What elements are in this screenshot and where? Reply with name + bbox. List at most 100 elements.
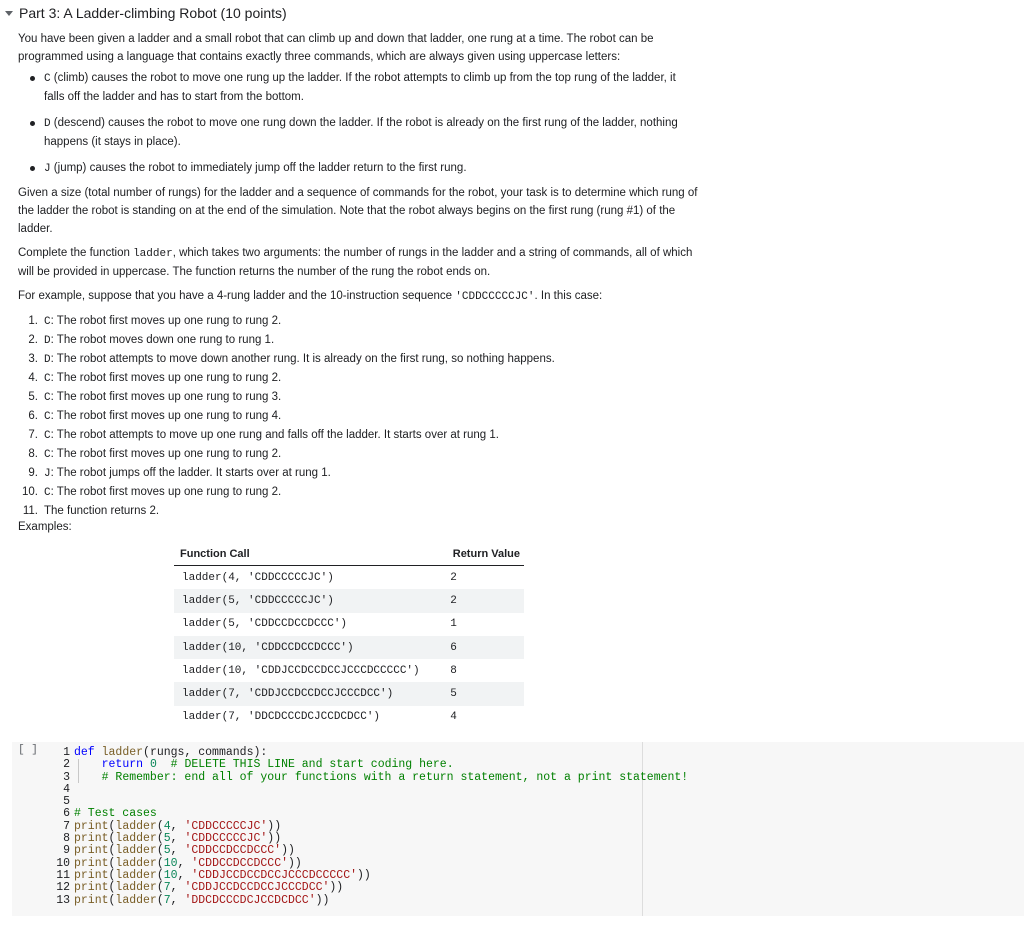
function-call-cell: ladder(7, 'DDCDCCCDCJCCDCDCC'): [182, 711, 381, 724]
code-token: 7: [163, 893, 171, 907]
command-code: D: [44, 118, 51, 130]
step-item: 1. C: The robot first moves up one rung t…: [18, 312, 698, 331]
line-number-gutter: 1 2 3 4 5 6 7 8 9 10 11 12 13: [44, 746, 70, 907]
step-code: D: [44, 354, 51, 366]
code-line: print(ladder(7, 'DDCDCCCDCJCCDCDCC')): [74, 893, 330, 907]
return-value-cell: 1: [450, 618, 457, 631]
example-intro: For example, suppose that you have a 4-r…: [18, 287, 698, 306]
example-intro-pre: For example, suppose that you have a 4-r…: [18, 290, 456, 302]
code-token: 7: [163, 881, 171, 895]
code-token: ladder: [115, 868, 157, 882]
examples-label: Examples:: [18, 521, 72, 533]
step-number: 6.: [28, 410, 38, 422]
step-number: 2.: [28, 334, 38, 346]
step-code: C: [44, 449, 51, 461]
code-token: print: [74, 844, 109, 858]
function-call-cell: ladder(5, 'CDDCCDCCDCCC'): [182, 618, 348, 631]
step-item: 3. D: The robot attempts to move down ano…: [18, 350, 698, 369]
step-number: 7.: [28, 429, 38, 441]
step-item: 10. C: The robot first moves up one rung …: [18, 483, 698, 502]
line-number: 13: [56, 893, 70, 907]
step-code: C: [44, 392, 51, 404]
step-code: D: [44, 335, 51, 347]
line-number: 2: [63, 758, 70, 772]
step-code: C: [44, 430, 51, 442]
function-call-cell: ladder(10, 'CDDCCDCCDCCC'): [174, 635, 443, 660]
step-number: 10.: [22, 486, 38, 498]
step-text: : The robot moves down one rung to rung …: [50, 334, 275, 346]
examples-table: Function Call Return Value ladder(4, 'CD…: [174, 543, 524, 729]
code-token: print: [74, 881, 109, 895]
code-token: # DELETE THIS LINE and start coding here…: [170, 758, 454, 772]
run-cell-button[interactable]: [ ]: [18, 744, 38, 756]
task-paragraph: Given a size (total number of rungs) for…: [18, 187, 698, 235]
function-call-cell: ladder(5, 'CDDCCCCCJC'): [174, 589, 443, 613]
collapse-caret-icon[interactable]: [5, 10, 13, 16]
step-item: 6. C: The robot first moves up one rung t…: [18, 407, 698, 426]
step-number: 1.: [28, 315, 38, 327]
line-number: 12: [56, 881, 70, 895]
code-token: 'CDDJCCDCCDCCJCCCDCC': [184, 881, 330, 895]
line-number: 6: [63, 807, 70, 821]
function-call-cell: ladder(10, 'CDDJCCDCCDCCJCCCDCCCCC'): [182, 664, 420, 677]
return-value-cell: 4: [450, 711, 457, 724]
code-token: (rungs, commands):: [143, 746, 268, 759]
code-token: print: [74, 856, 109, 870]
code-token: 4: [163, 819, 171, 833]
code-token: 'CDDCCCCCJC': [184, 819, 268, 833]
section-title: Part 3: A Ladder-climbing Robot (10 poin…: [19, 5, 287, 21]
return-value-cell: 6: [442, 635, 524, 660]
step-text: : The robot attempts to move up one rung…: [50, 429, 499, 441]
step-code: J: [44, 468, 51, 480]
code-token: 'CDDJCCDCCDCCJCCCDCCCCC': [191, 868, 358, 882]
step-item: 4. C: The robot first moves up one rung t…: [18, 369, 698, 388]
code-line: # Remember: end all of your functions wi…: [74, 771, 689, 784]
command-item: J (jump) causes the robot to immediately…: [18, 159, 698, 178]
step-number: 11.: [22, 505, 38, 517]
step-item: 5. C: The robot first moves up one rung t…: [18, 388, 698, 407]
step-text: : The robot first moves up one rung to r…: [50, 486, 282, 498]
table-row: ladder(5, 'CDDCCDCCDCCC') 1: [174, 613, 524, 636]
table-row: ladder(10, 'CDDCCDCCDCCC') 6: [174, 635, 524, 660]
code-token: print: [74, 832, 109, 846]
code-token: ladder: [115, 856, 157, 870]
code-token: 10: [163, 868, 178, 882]
table-row: ladder(4, 'CDDCCCCCJC') 2: [174, 566, 524, 590]
step-code: C: [44, 373, 51, 385]
code-token: 'CDDCCDCCDCCC': [191, 856, 288, 870]
column-header-function-call: Function Call: [174, 543, 443, 566]
code-token: 'CDDCCDCCDCCC': [184, 844, 282, 858]
step-number: 4.: [28, 372, 38, 384]
complete-pre: Complete the function: [18, 247, 134, 259]
table-header-row: Function Call Return Value: [174, 543, 524, 566]
column-header-return-value: Return Value: [442, 543, 524, 566]
command-item: D (descend) causes the robot to move one…: [18, 114, 698, 151]
code-token: print: [74, 868, 109, 882]
command-text: (climb) causes the robot to move one run…: [44, 72, 676, 103]
step-code: C: [44, 316, 51, 328]
code-token: ladder: [115, 832, 157, 846]
code-token: ladder: [115, 893, 157, 907]
step-text: : The robot first moves up one rung to r…: [50, 391, 282, 403]
code-editor[interactable]: def ladder(rungs, commands): return 0 # …: [74, 746, 689, 907]
code-token: ladder: [115, 881, 157, 895]
step-text: The function returns 2.: [44, 505, 160, 517]
step-number: 5.: [28, 391, 38, 403]
table-row: ladder(5, 'CDDCCCCCJC') 2: [174, 589, 524, 613]
step-item: 8. C: The robot first moves up one rung t…: [18, 445, 698, 464]
problem-description: You have been given a ladder and a small…: [18, 30, 698, 521]
table-row: ladder(7, 'CDDJCCDCCDCCJCCCDCC') 5: [174, 682, 524, 706]
command-code: C: [44, 73, 51, 85]
return-value-cell: 5: [442, 682, 524, 706]
code-cell[interactable]: [ ] 1 2 3 4 5 6 7 8 9 10 11 12 13 def la…: [12, 742, 1024, 916]
code-token: return: [101, 758, 144, 772]
command-text: (jump) causes the robot to immediately j…: [50, 162, 467, 174]
code-token: # Test cases: [74, 807, 157, 821]
step-code: C: [44, 487, 51, 499]
code-token: 0: [149, 758, 157, 772]
return-value-cell: 8: [450, 664, 457, 677]
step-text: : The robot first moves up one rung to r…: [50, 410, 282, 422]
return-value-cell: 2: [442, 589, 524, 613]
